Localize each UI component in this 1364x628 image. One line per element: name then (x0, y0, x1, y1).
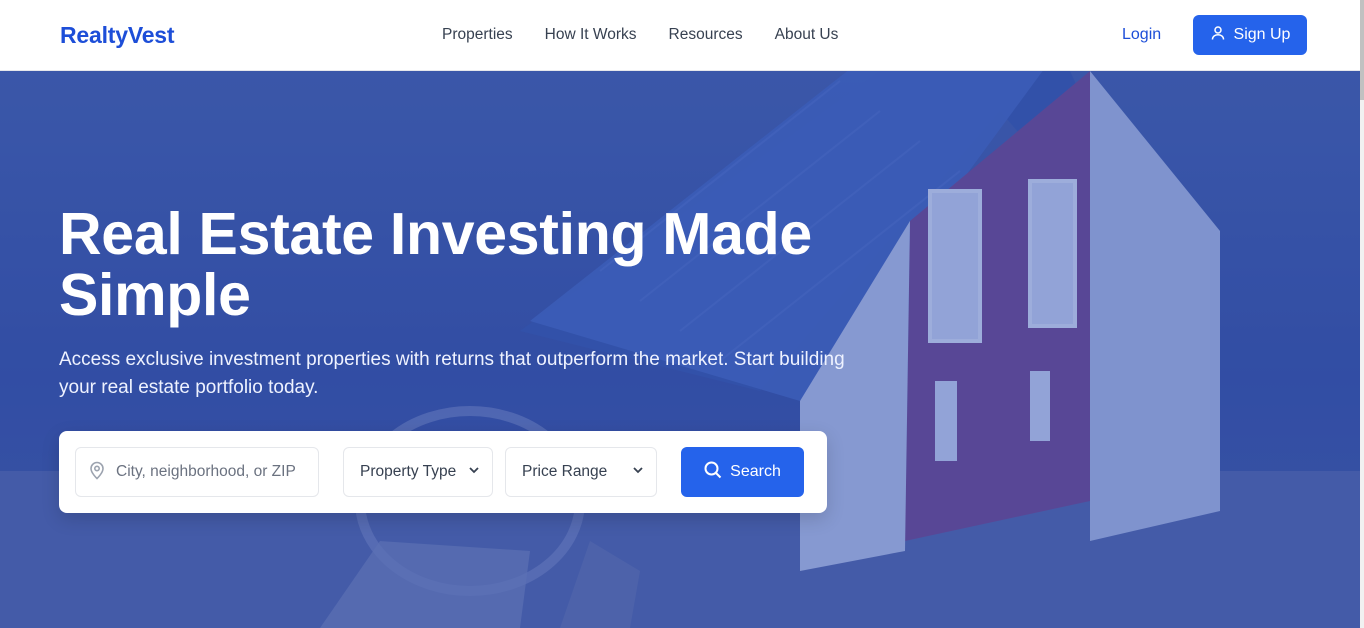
signup-label: Sign Up (1233, 26, 1291, 43)
nav-item-about-us[interactable]: About Us (775, 26, 839, 44)
user-icon (1210, 25, 1226, 46)
location-search-input[interactable] (116, 463, 316, 481)
nav-item-how-it-works[interactable]: How It Works (545, 26, 637, 44)
chevron-down-icon (468, 463, 480, 481)
hero-headline: Real Estate Investing Made Simple (59, 201, 812, 328)
site-header: RealtyVest Properties How It Works Resou… (0, 0, 1360, 71)
map-pin-icon (88, 460, 106, 485)
property-search-form: Property Type Price Range Search (59, 431, 827, 513)
scrollbar-thumb[interactable] (1360, 0, 1364, 100)
search-button[interactable]: Search (681, 447, 804, 497)
search-button-label: Search (730, 463, 781, 480)
price-range-select[interactable]: Price Range (505, 447, 657, 497)
location-field[interactable] (75, 447, 319, 497)
nav-item-resources[interactable]: Resources (669, 26, 743, 44)
brand-logo[interactable]: RealtyVest (60, 22, 175, 49)
login-link[interactable]: Login (1122, 26, 1161, 44)
hero-subtext: Access exclusive investment properties w… (59, 349, 845, 398)
chevron-down-icon (632, 463, 644, 481)
main-nav: Properties How It Works Resources About … (442, 26, 838, 44)
property-type-select[interactable]: Property Type (343, 447, 493, 497)
hero-section: Real Estate Investing Made Simple Access… (0, 71, 1360, 628)
nav-item-properties[interactable]: Properties (442, 26, 513, 44)
price-range-value: Price Range (522, 463, 608, 480)
search-icon (704, 461, 722, 484)
page-scrollbar[interactable] (1360, 0, 1364, 628)
signup-button[interactable]: Sign Up (1193, 15, 1307, 55)
property-type-value: Property Type (360, 463, 457, 480)
